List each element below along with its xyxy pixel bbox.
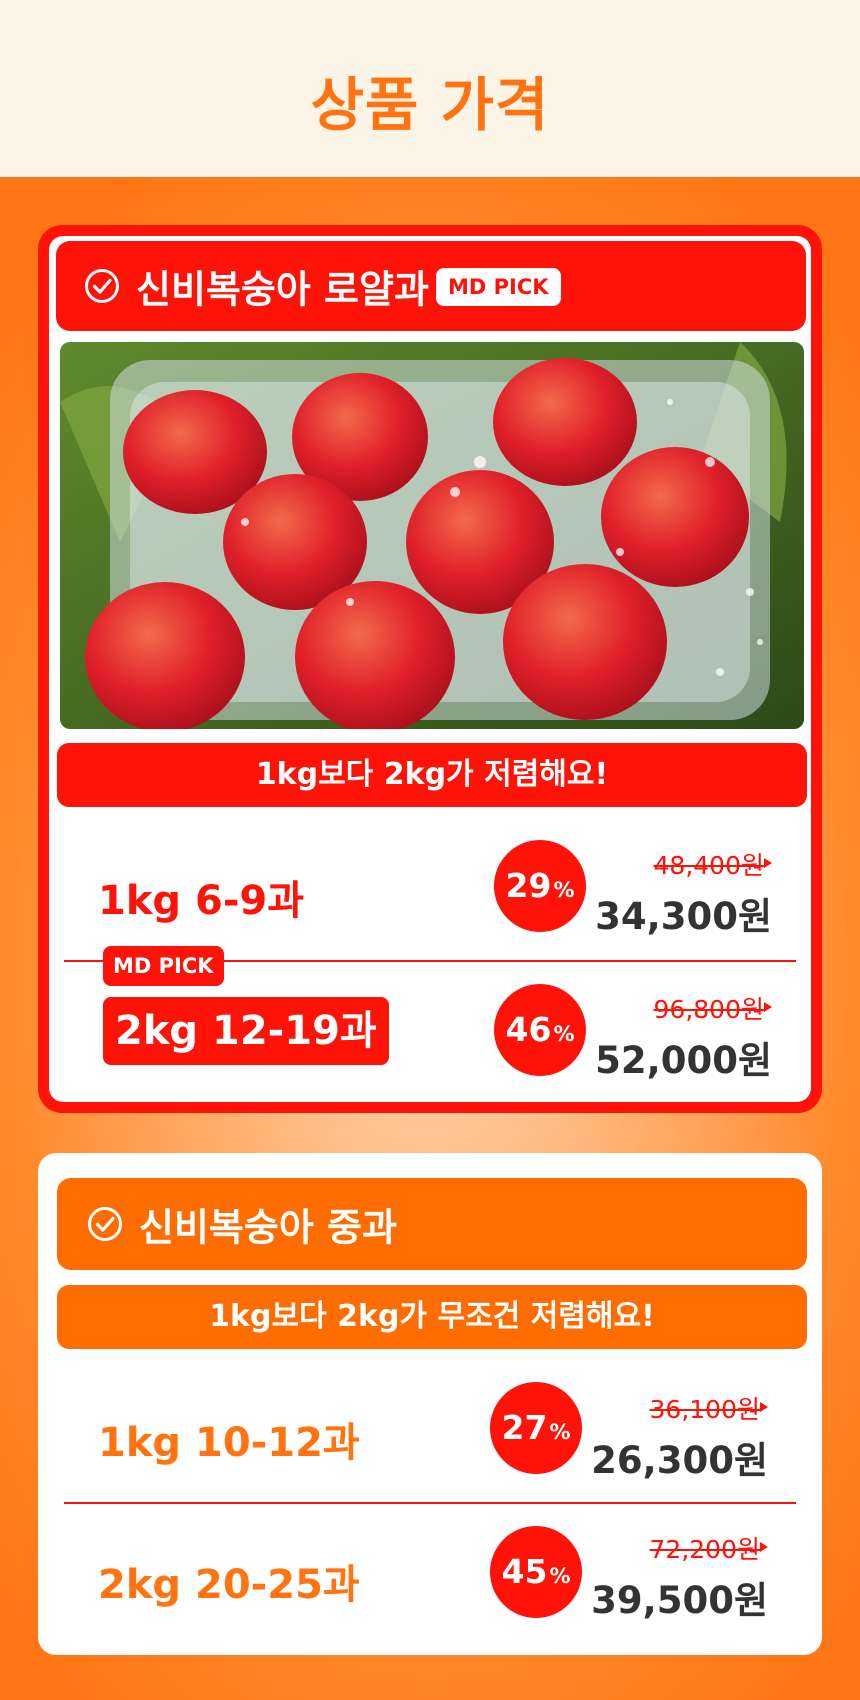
medium-option-1-price: 26,300원: [591, 1439, 768, 1482]
royal-notice-bar: 1kg보다 2kg가 저렴해요!: [57, 743, 807, 807]
md-pick-tag: MD PICK: [103, 946, 224, 986]
md-pick-badge: MD PICK: [436, 268, 561, 306]
royal-title: 신비복숭아 로얄과: [136, 267, 429, 312]
discount-value: 27: [501, 1408, 548, 1447]
royal-option-2-original-price: 96,800원: [653, 995, 764, 1024]
peach-product-photo: [60, 342, 804, 729]
strike-arrow-icon: [760, 1402, 768, 1412]
royal-option-1-label[interactable]: 1kg 6-9과: [98, 868, 304, 926]
strike-arrow-icon: [764, 1002, 772, 1012]
medium-option-1-label[interactable]: 1kg 10-12과: [98, 1410, 360, 1468]
medium-option-2-price: 39,500원: [591, 1579, 768, 1622]
royal-option-1-price: 34,300원: [595, 895, 772, 938]
check-circle-icon: [85, 269, 119, 303]
medium-option-1-original-price: 36,100원: [649, 1395, 760, 1424]
check-circle-icon: [88, 1207, 122, 1241]
medium-option-2-original-price: 72,200원: [649, 1535, 760, 1564]
page-title: 상품 가격: [310, 71, 550, 139]
discount-value: 46: [505, 1010, 552, 1049]
medium-title: 신비복숭아 중과: [139, 1205, 397, 1250]
discount-value: 29: [505, 866, 552, 905]
royal-header-bar: 신비복숭아 로얄과 MD PICK: [56, 241, 806, 331]
medium-option-2-label[interactable]: 2kg 20-25과: [98, 1552, 360, 1610]
royal-option-1-original-price: 48,400원: [653, 851, 764, 880]
medium-notice-bar: 1kg보다 2kg가 무조건 저렴해요!: [57, 1285, 807, 1349]
peach-photo-illustration: [60, 342, 804, 729]
medium-header-bar: 신비복숭아 중과: [57, 1178, 807, 1270]
strike-arrow-icon: [760, 1542, 768, 1552]
strike-arrow-icon: [764, 858, 772, 868]
discount-value: 45: [501, 1552, 548, 1591]
royal-option-2-price: 52,000원: [595, 1039, 772, 1082]
royal-option-2-label[interactable]: 2kg 12-19과: [103, 997, 389, 1065]
option-divider: [64, 1502, 796, 1504]
